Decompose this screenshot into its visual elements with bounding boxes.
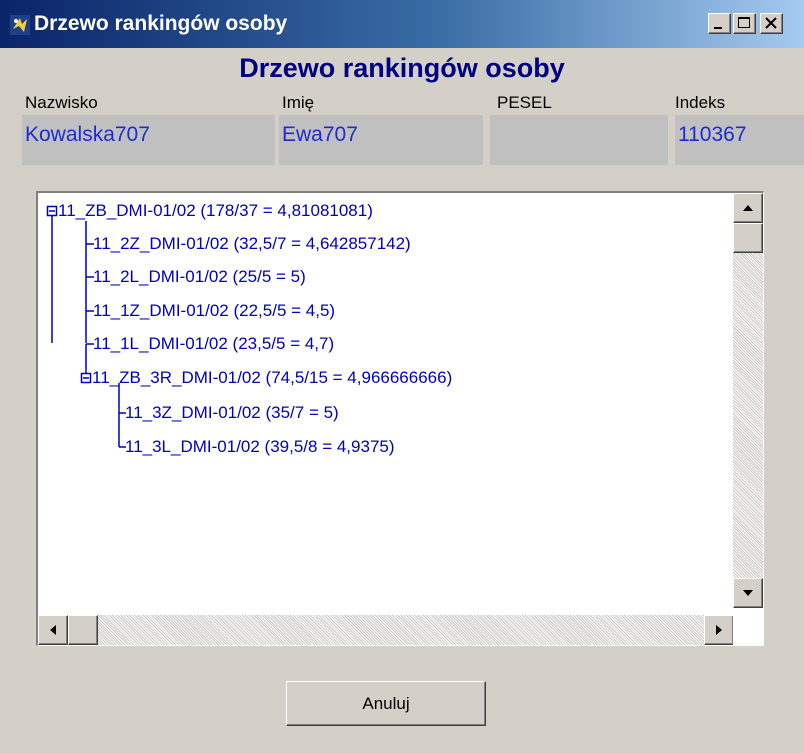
scroll-up-button[interactable] (733, 193, 763, 223)
window-title: Drzewo rankingów osoby (34, 12, 288, 35)
nazwisko-field: Kowalska707 (22, 115, 275, 165)
scroll-right-button[interactable] (704, 615, 734, 645)
dialog-heading: Drzewo rankingów osoby (239, 53, 565, 83)
scrollbar-corner (733, 615, 763, 645)
label-imie: Imię (282, 93, 315, 112)
horizontal-scrollbar[interactable] (38, 615, 734, 645)
vertical-scrollbar[interactable] (733, 193, 763, 608)
tree-node[interactable]: 11_3L_DMI-01/02 (39,5/8 = 4,9375) (125, 437, 395, 457)
pesel-field (490, 115, 668, 165)
minimize-button[interactable] (708, 13, 731, 34)
horizontal-scroll-thumb[interactable] (68, 615, 98, 645)
scroll-left-button[interactable] (38, 615, 68, 645)
app-icon (10, 15, 30, 35)
label-nazwisko: Nazwisko (25, 93, 98, 112)
label-indeks: Indeks (675, 93, 726, 112)
tree-node[interactable]: 11_2Z_DMI-01/02 (32,5/7 = 4,642857142) (93, 234, 411, 254)
tree-node-root[interactable]: 11_ZB_DMI-01/02 (178/37 = 4,81081081) (58, 201, 373, 221)
close-icon (765, 17, 777, 29)
arrow-left-icon (50, 625, 56, 635)
title-bar[interactable]: Drzewo rankingów osoby (0, 0, 804, 48)
indeks-field: 110367 (675, 115, 804, 165)
ranking-tree[interactable]: 11_ZB_DMI-01/02 (178/37 = 4,81081081) 11… (36, 191, 764, 646)
tree-node[interactable]: 11_1L_DMI-01/02 (23,5/5 = 4,7) (93, 334, 334, 354)
tree-node-sub[interactable]: 11_ZB_3R_DMI-01/02 (74,5/15 = 4,96666666… (92, 368, 452, 388)
close-button[interactable] (760, 13, 783, 34)
vertical-scroll-thumb[interactable] (733, 223, 763, 253)
maximize-button[interactable] (733, 13, 756, 34)
tree-node[interactable]: 11_2L_DMI-01/02 (25/5 = 5) (93, 267, 306, 287)
maximize-icon (738, 17, 750, 28)
arrow-right-icon (716, 625, 722, 635)
minimize-icon (714, 27, 722, 29)
scroll-down-button[interactable] (733, 578, 763, 608)
arrow-down-icon (743, 590, 753, 596)
cancel-button[interactable]: Anuluj (286, 681, 486, 726)
arrow-up-icon (743, 205, 753, 211)
tree-node[interactable]: 11_1Z_DMI-01/02 (22,5/5 = 4,5) (93, 301, 335, 321)
label-pesel: PESEL (497, 93, 552, 112)
imie-field: Ewa707 (279, 115, 483, 165)
tree-node[interactable]: 11_3Z_DMI-01/02 (35/7 = 5) (125, 403, 339, 423)
